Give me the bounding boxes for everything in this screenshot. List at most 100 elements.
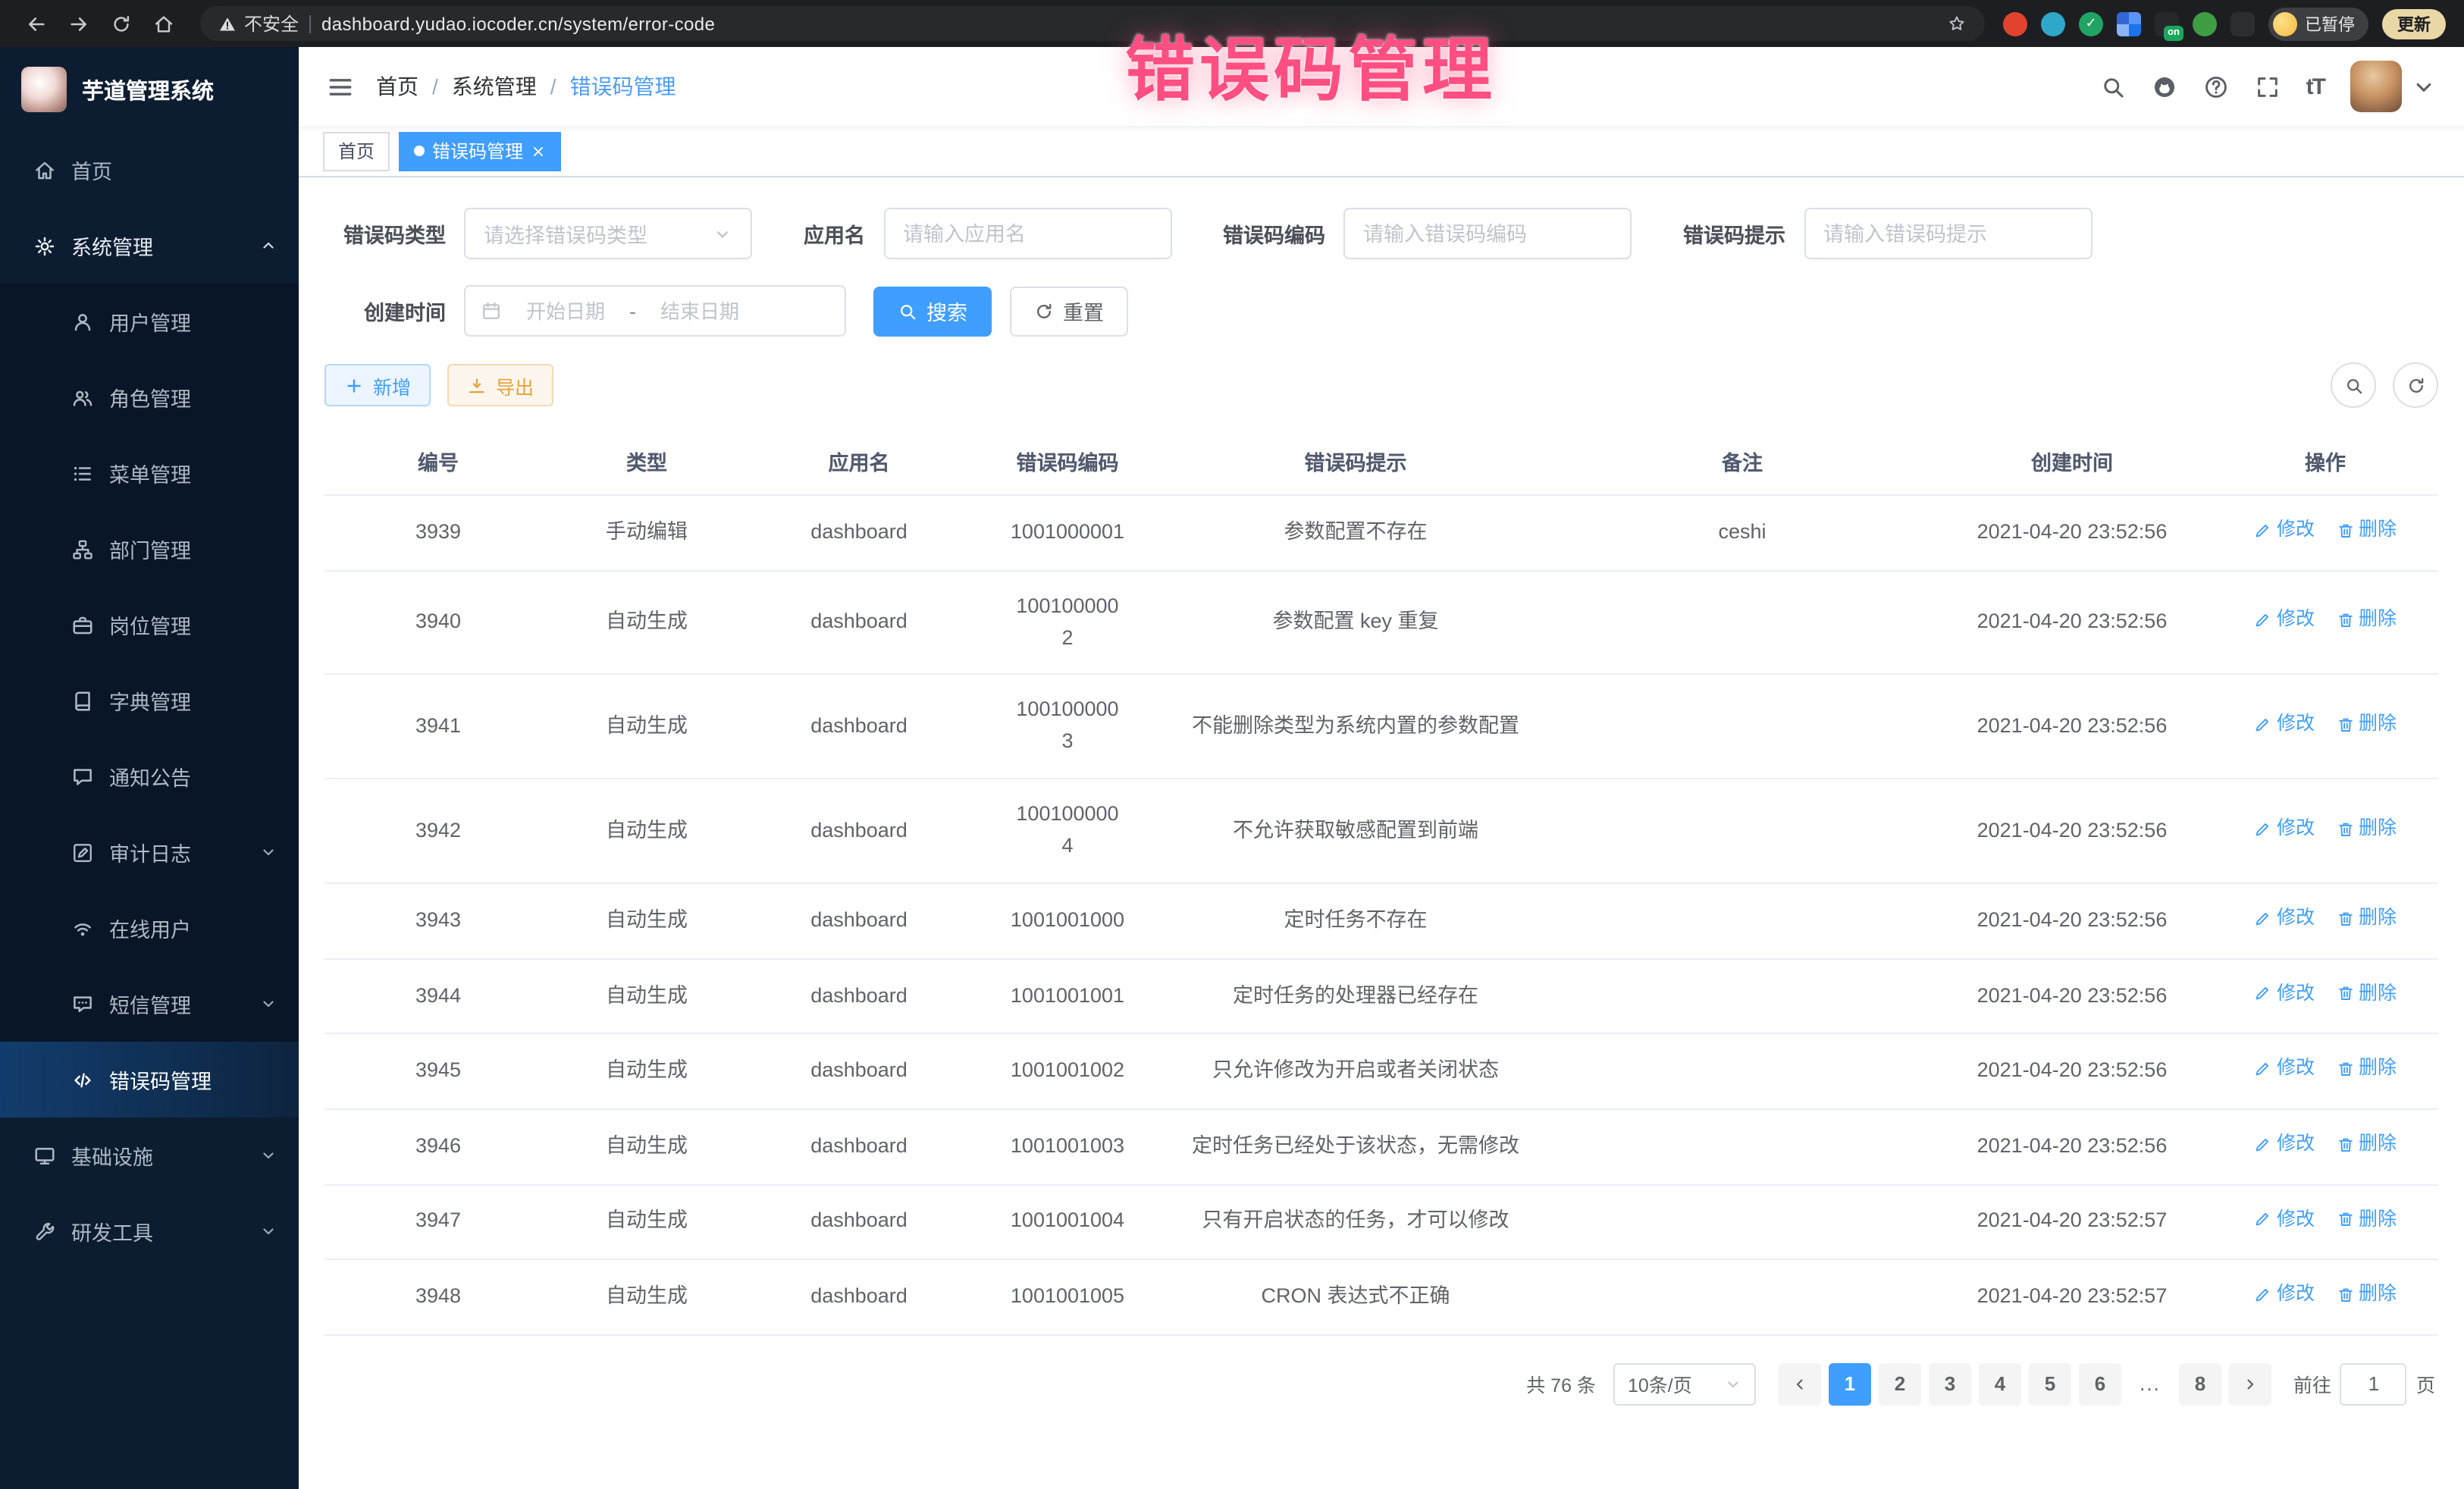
page-8[interactable]: 8 bbox=[2179, 1363, 2221, 1406]
green-leaf-extension-icon[interactable] bbox=[2193, 11, 2217, 36]
sidebar-item-home[interactable]: 首页 bbox=[0, 132, 299, 208]
error-type-select[interactable]: 请选择错误码类型 bbox=[464, 208, 752, 259]
delete-link[interactable]: 删除 bbox=[2336, 814, 2397, 844]
search-button[interactable]: 搜索 bbox=[873, 286, 992, 336]
sidebar-item-sms-mgmt[interactable]: 短信管理 bbox=[0, 966, 299, 1042]
delete-link[interactable]: 删除 bbox=[2336, 516, 2397, 545]
sidebar-item-dev-tools[interactable]: 研发工具 bbox=[0, 1193, 299, 1269]
edit-pencil-icon bbox=[2254, 611, 2272, 629]
page-5[interactable]: 5 bbox=[2029, 1363, 2071, 1406]
bookmark-star-icon[interactable] bbox=[1947, 14, 1967, 33]
home-button[interactable] bbox=[146, 5, 182, 42]
font-size-icon[interactable]: tT bbox=[2306, 74, 2324, 99]
sidebar-item-user-mgmt[interactable]: 用户管理 bbox=[0, 284, 299, 359]
delete-link[interactable]: 删除 bbox=[2336, 1055, 2397, 1084]
cell-message: 定时任务已经处于该状态，无需修改 bbox=[1158, 1109, 1553, 1184]
page-1[interactable]: 1 bbox=[1829, 1363, 1871, 1406]
back-button[interactable] bbox=[18, 5, 55, 42]
app-name-input[interactable] bbox=[883, 208, 1171, 259]
filter-label-time: 创建时间 bbox=[324, 296, 464, 326]
sidebar-item-infra[interactable]: 基础设施 bbox=[0, 1118, 299, 1193]
date-range-picker[interactable]: - bbox=[464, 285, 846, 337]
tab-error-code[interactable]: 错误码管理 bbox=[399, 131, 561, 171]
prev-page-button[interactable] bbox=[1779, 1363, 1821, 1406]
delete-link[interactable]: 删除 bbox=[2336, 1205, 2397, 1234]
export-button[interactable]: 导出 bbox=[447, 364, 553, 406]
reload-button[interactable] bbox=[103, 5, 140, 42]
sidebar-item-dept-mgmt[interactable]: 部门管理 bbox=[0, 511, 299, 587]
pagination-ellipsis[interactable]: ... bbox=[2129, 1373, 2171, 1396]
breadcrumb-item[interactable]: 系统管理 bbox=[452, 71, 537, 102]
page-content: 错误码类型 请选择错误码类型 应用名 错误码编码 bbox=[299, 177, 2464, 1489]
error-message-input[interactable] bbox=[1804, 208, 2092, 259]
edit-link[interactable]: 修改 bbox=[2254, 814, 2315, 844]
sidebar-item-online-user[interactable]: 在线用户 bbox=[0, 890, 299, 966]
add-button[interactable]: 新增 bbox=[324, 364, 431, 406]
edit-link[interactable]: 修改 bbox=[2254, 1130, 2315, 1159]
page-6[interactable]: 6 bbox=[2079, 1363, 2121, 1406]
cell-actions: 修改删除 bbox=[2212, 675, 2438, 779]
goto-page-input[interactable] bbox=[2340, 1363, 2407, 1406]
delete-link[interactable]: 删除 bbox=[2336, 605, 2397, 635]
edit-link[interactable]: 修改 bbox=[2254, 904, 2315, 933]
green-check-extension-icon[interactable]: ✓ bbox=[2079, 11, 2103, 36]
edit-link[interactable]: 修改 bbox=[2254, 1205, 2315, 1234]
sidebar-item-menu-mgmt[interactable]: 菜单管理 bbox=[0, 435, 299, 511]
page-2[interactable]: 2 bbox=[1879, 1363, 1921, 1406]
browser-profile-chip[interactable]: 已暂停 bbox=[2268, 7, 2368, 40]
help-icon[interactable] bbox=[2203, 74, 2229, 99]
sidebar-collapse-button[interactable] bbox=[326, 72, 355, 101]
next-page-button[interactable] bbox=[2229, 1363, 2271, 1406]
sidebar-item-role-mgmt[interactable]: 角色管理 bbox=[0, 359, 299, 435]
breadcrumb-item[interactable]: 首页 bbox=[376, 71, 419, 102]
red-circle-extension-icon[interactable] bbox=[2003, 11, 2027, 36]
delete-link[interactable]: 删除 bbox=[2336, 710, 2397, 739]
edit-link[interactable]: 修改 bbox=[2254, 980, 2315, 1009]
start-date-input[interactable] bbox=[511, 299, 620, 322]
error-code-input[interactable] bbox=[1343, 208, 1632, 259]
page-size-select[interactable]: 10条/页 bbox=[1614, 1363, 1757, 1406]
delete-link[interactable]: 删除 bbox=[2336, 904, 2397, 933]
reset-button[interactable]: 重置 bbox=[1010, 286, 1128, 336]
edit-link[interactable]: 修改 bbox=[2254, 1055, 2315, 1084]
edit-link[interactable]: 修改 bbox=[2254, 516, 2315, 545]
sidebar-item-audit-log[interactable]: 审计日志 bbox=[0, 814, 299, 890]
forward-button[interactable] bbox=[61, 5, 97, 42]
browser-extensions-area: ✓ on 已暂停 更新 bbox=[2003, 7, 2446, 40]
sidebar-item-system-mgmt[interactable]: 系统管理 bbox=[0, 208, 299, 284]
sidebar-item-notice[interactable]: 通知公告 bbox=[0, 738, 299, 814]
edit-link[interactable]: 修改 bbox=[2254, 605, 2315, 635]
cell-code: 1001001005 bbox=[977, 1259, 1158, 1334]
tab-home[interactable]: 首页 bbox=[323, 131, 390, 171]
end-date-input[interactable] bbox=[645, 299, 754, 322]
edit-link[interactable]: 修改 bbox=[2254, 1280, 2315, 1309]
delete-link[interactable]: 删除 bbox=[2336, 1130, 2397, 1159]
reload-icon bbox=[111, 13, 132, 34]
github-icon[interactable] bbox=[2152, 74, 2177, 99]
toggle-search-button[interactable] bbox=[2331, 362, 2376, 408]
range-separator: - bbox=[629, 299, 636, 322]
dark-on-extension-icon[interactable]: on bbox=[2155, 11, 2179, 36]
sidebar-item-error-code-mgmt[interactable]: 错误码管理 bbox=[0, 1042, 299, 1118]
puzzle-extension-icon[interactable] bbox=[2230, 11, 2255, 36]
edit-link[interactable]: 修改 bbox=[2254, 710, 2315, 739]
blue-grid-extension-icon[interactable] bbox=[2117, 11, 2141, 36]
sidebar-item-post-mgmt[interactable]: 岗位管理 bbox=[0, 587, 299, 663]
fullscreen-icon[interactable] bbox=[2255, 74, 2281, 99]
page-3[interactable]: 3 bbox=[1929, 1363, 1971, 1406]
security-chip[interactable]: 不安全 bbox=[218, 11, 299, 36]
app-logo[interactable]: 芋道管理系统 bbox=[0, 47, 299, 132]
close-icon[interactable] bbox=[531, 143, 546, 158]
delete-link[interactable]: 删除 bbox=[2336, 980, 2397, 1009]
page-4[interactable]: 4 bbox=[1979, 1363, 2021, 1406]
delete-link[interactable]: 删除 bbox=[2336, 1280, 2397, 1309]
sidebar-item-label: 研发工具 bbox=[71, 1216, 244, 1246]
teal-circle-extension-icon[interactable] bbox=[2041, 11, 2065, 36]
search-icon[interactable] bbox=[2100, 74, 2126, 99]
user-menu[interactable] bbox=[2350, 61, 2437, 112]
refresh-table-button[interactable] bbox=[2393, 362, 2438, 408]
user-avatar bbox=[2350, 61, 2402, 112]
chrome-update-button[interactable]: 更新 bbox=[2382, 8, 2446, 39]
sidebar-item-dict-mgmt[interactable]: 字典管理 bbox=[0, 663, 299, 738]
address-bar[interactable]: 不安全 dashboard.yudao.iocoder.cn/system/er… bbox=[200, 6, 1985, 41]
